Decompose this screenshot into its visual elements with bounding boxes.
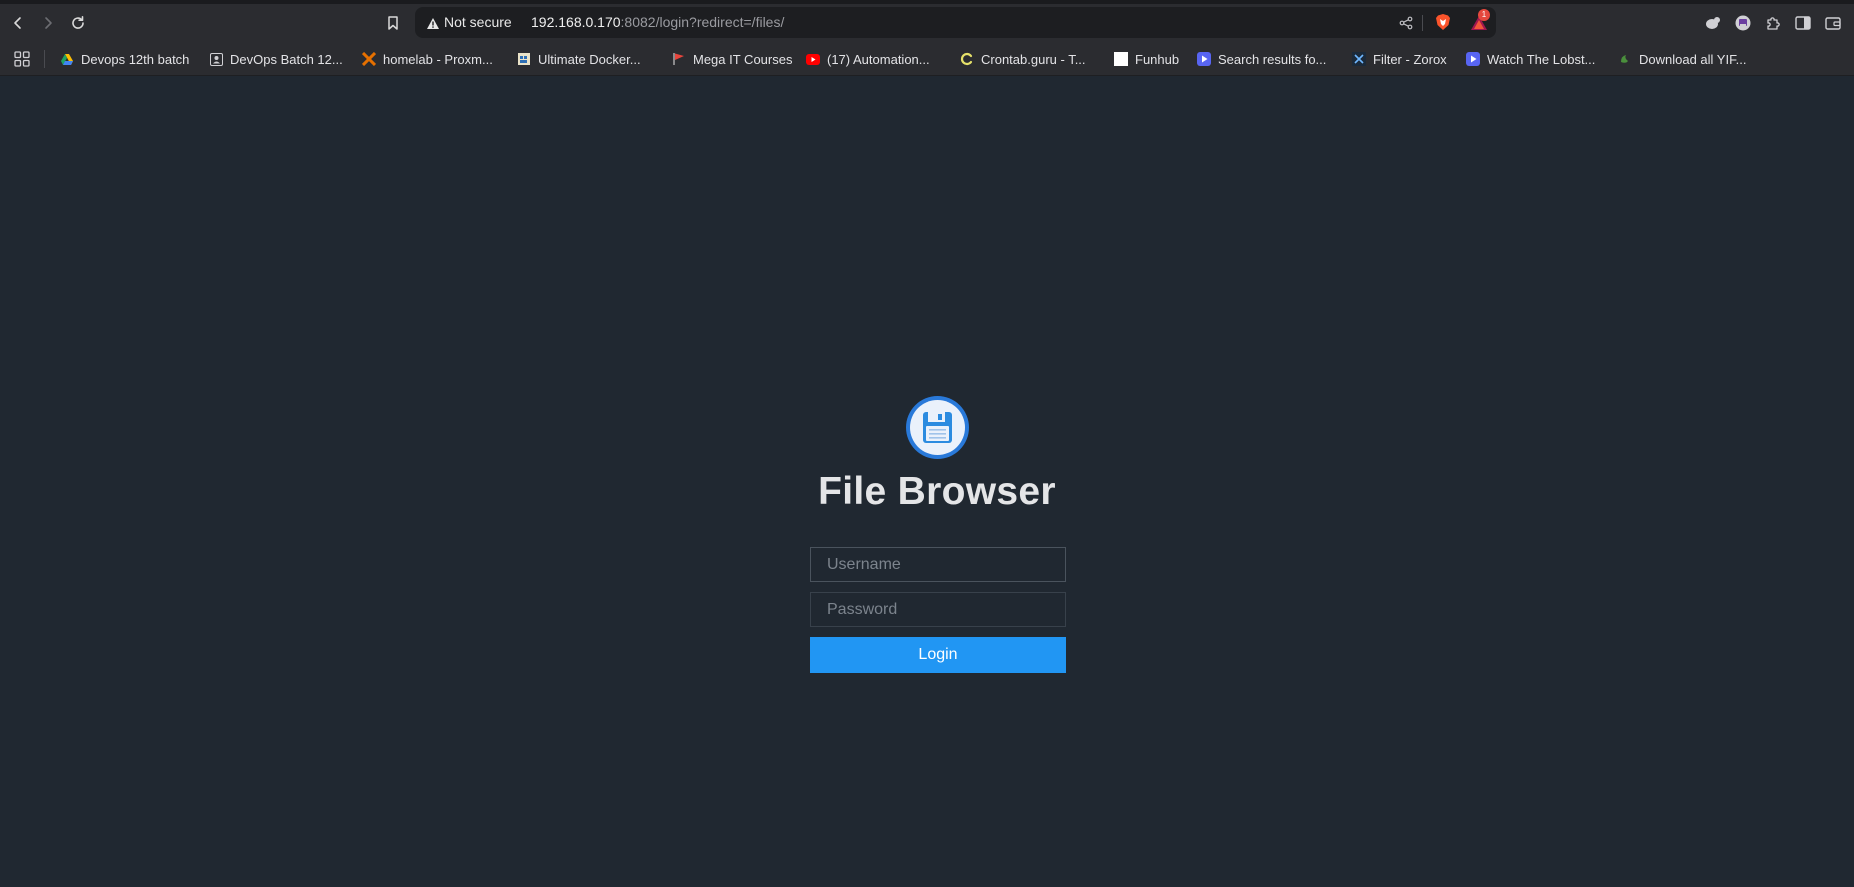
page-title: File Browser	[818, 470, 1056, 513]
docker-course-icon	[517, 52, 531, 66]
extension-icon[interactable]	[1704, 14, 1722, 32]
zorox-icon	[1352, 52, 1366, 66]
url-host: 192.168.0.170	[531, 14, 621, 30]
bookmark-label: (17) Automation...	[827, 51, 930, 67]
password-field[interactable]	[810, 592, 1066, 627]
proxmox-icon	[362, 52, 376, 66]
file-browser-logo-icon	[905, 395, 970, 460]
flag-icon	[672, 52, 686, 66]
bookmark-mega-it-courses[interactable]: Mega IT Courses	[672, 49, 792, 69]
address-bar[interactable]: Not secure 192.168.0.170:8082/login?redi…	[415, 7, 1496, 38]
bookmark-label: homelab - Proxm...	[383, 51, 493, 67]
bookmark-label: Search results fo...	[1218, 51, 1327, 67]
apps-grid-icon[interactable]	[13, 50, 31, 68]
forward-arrow-icon[interactable]	[36, 11, 60, 35]
bookmarks-bar: Devops 12th batch DevOps Batch 12... hom…	[0, 41, 1854, 76]
bookmark-label: Ultimate Docker...	[538, 51, 641, 67]
username-field[interactable]	[810, 547, 1066, 582]
puzzle-icon[interactable]	[1764, 14, 1782, 32]
security-status-label[interactable]: Not secure	[444, 14, 512, 30]
bookmark-filter-zorox[interactable]: Filter - Zorox	[1352, 49, 1447, 69]
bookmark-devops-12th-batch[interactable]: Devops 12th batch	[60, 49, 189, 69]
bookmark-watch-the-lobster[interactable]: Watch The Lobst...	[1466, 49, 1595, 69]
crontab-icon	[960, 52, 974, 66]
bookmark-icon[interactable]	[381, 11, 405, 35]
bookmark-automation-youtube[interactable]: (17) Automation...	[806, 49, 930, 69]
bookmark-label: Crontab.guru - T...	[981, 51, 1086, 67]
bookmark-download-yify[interactable]: Download all YIF...	[1618, 49, 1746, 69]
bookmark-crontab-guru[interactable]: Crontab.guru - T...	[960, 49, 1086, 69]
brave-shield-icon[interactable]	[1433, 12, 1453, 32]
youtube-icon	[806, 52, 820, 66]
omnibox-divider	[1422, 15, 1423, 31]
warning-icon[interactable]	[425, 15, 441, 31]
login-button[interactable]: Login	[810, 637, 1066, 673]
extension-avatar-icon[interactable]	[1734, 14, 1752, 32]
yify-icon	[1618, 52, 1632, 66]
reload-icon[interactable]	[66, 11, 90, 35]
play-icon	[1466, 52, 1480, 66]
rewards-badge: 1	[1478, 9, 1490, 21]
contact-icon	[209, 52, 223, 66]
bookmark-label: Devops 12th batch	[81, 51, 190, 67]
back-arrow-icon[interactable]	[6, 11, 30, 35]
bookmark-label: Filter - Zorox	[1373, 51, 1447, 67]
url-text[interactable]: 192.168.0.170:8082/login?redirect=/files…	[531, 14, 784, 30]
google-drive-icon	[60, 52, 74, 66]
bookmark-label: DevOps Batch 12...	[230, 51, 343, 67]
bookmark-homelab-proxmox[interactable]: homelab - Proxm...	[362, 49, 493, 69]
bookmark-funhub[interactable]: Funhub	[1114, 49, 1179, 69]
bookmark-ultimate-docker[interactable]: Ultimate Docker...	[517, 49, 641, 69]
browser-toolbar: Not secure 192.168.0.170:8082/login?redi…	[0, 4, 1854, 41]
url-path: :8082/login?redirect=/files/	[620, 14, 785, 30]
bookmark-label: Funhub	[1135, 51, 1180, 67]
bookmark-label: Download all YIF...	[1639, 51, 1747, 67]
bookmarks-divider	[44, 50, 45, 68]
sidebar-icon[interactable]	[1794, 14, 1812, 32]
play-icon	[1197, 52, 1211, 66]
share-icon[interactable]	[1397, 14, 1415, 32]
bookmark-label: Mega IT Courses	[693, 51, 793, 67]
bookmark-label: Watch The Lobst...	[1487, 51, 1596, 67]
blank-page-icon	[1114, 52, 1128, 66]
bookmark-devops-batch-12[interactable]: DevOps Batch 12...	[209, 49, 343, 69]
bookmark-search-results[interactable]: Search results fo...	[1197, 49, 1326, 69]
wallet-icon[interactable]	[1824, 14, 1842, 32]
